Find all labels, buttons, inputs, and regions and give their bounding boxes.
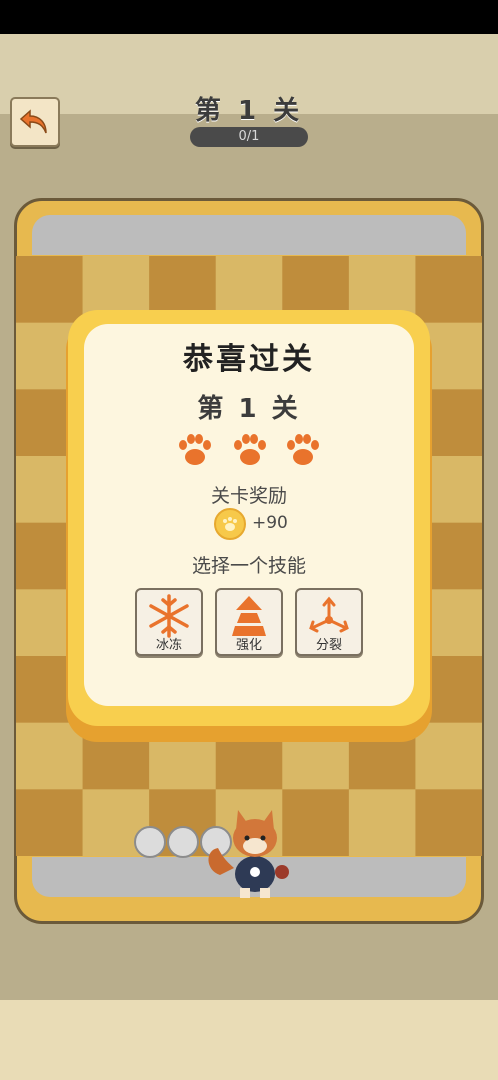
split-arrows-icon [309, 596, 349, 633]
snowflake-icon [149, 594, 189, 638]
board-top-lane [32, 215, 466, 255]
skill-label: 分裂 [315, 638, 342, 653]
reward-label: 关卡奖励 [210, 485, 287, 507]
level-title: 第 1 关 [194, 96, 304, 126]
choose-skill-label: 选择一个技能 [191, 555, 306, 577]
bottom-band [0, 1000, 498, 1080]
board-tile [415, 722, 482, 790]
skill-split-button[interactable]: 分裂 [295, 588, 363, 656]
skill-label: 冰冻 [155, 638, 182, 653]
dialog-heading: 恭喜过关 [183, 342, 315, 377]
board-tile [16, 789, 84, 856]
board-tile [415, 256, 482, 324]
status-bar [0, 0, 498, 34]
skill-strengthen-button[interactable]: 强化 [215, 588, 283, 656]
skill-label: 强化 [235, 638, 262, 653]
yarn-ball [134, 826, 166, 858]
coin-paw-icon [223, 517, 237, 531]
board-tile [415, 789, 482, 856]
dialog-level: 第 1 关 [197, 394, 301, 424]
arrow-up-icon [232, 596, 266, 636]
paw-icon [234, 434, 266, 465]
paw-icon [179, 434, 211, 465]
coin-icon [214, 508, 246, 540]
paw-rating [176, 431, 324, 471]
skill-freeze-button[interactable]: 冰冻 [135, 588, 203, 656]
paw-icon [287, 434, 319, 465]
board-tile [16, 722, 84, 790]
level-progress: 0/1 [190, 127, 308, 147]
reward-amount: +90 [252, 513, 288, 533]
yarn-ball [167, 826, 199, 858]
board-tile [348, 789, 416, 856]
board-tile [16, 256, 84, 324]
cat-character-icon [208, 810, 289, 898]
